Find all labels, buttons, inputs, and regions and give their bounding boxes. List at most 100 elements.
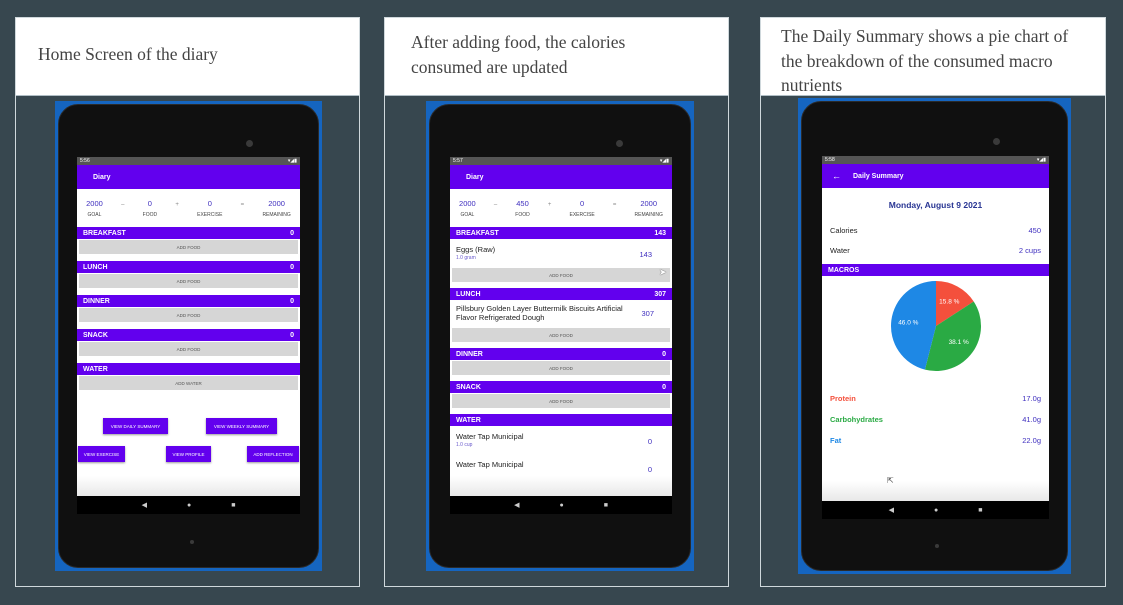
macro-value-protein: 17.0g	[1022, 394, 1041, 403]
calorie-summary: 2000 GOAL – 450 FOOD + 0 EXERCISE = 2000 REM…	[450, 189, 672, 226]
remaining-value: 2000	[268, 199, 285, 208]
mouse-cursor-icon: ➤	[659, 267, 667, 277]
goal-value: 2000	[86, 199, 103, 208]
macro-row-carbohydrates: Carbohydrates 41.0g	[822, 409, 1049, 430]
remaining-label: REMAINING	[634, 212, 663, 218]
exercise-value: 0	[207, 199, 212, 208]
equals-sign: =	[612, 202, 617, 208]
caption-daily-summary: The Daily Summary shows a pie chart of t…	[781, 26, 1069, 95]
add-water-button[interactable]: ADD WATER	[79, 376, 298, 390]
home-nav-icon[interactable]: ●	[934, 507, 938, 514]
bottom-sensor	[935, 544, 939, 548]
panel-daily-summary: The Daily Summary shows a pie chart of t…	[760, 17, 1106, 587]
tablet-body: 5:57 ▾◢▮ Diary 2000 GOAL – 450 FOOD + 0 EXER…	[429, 104, 691, 568]
add-food-button-snack[interactable]: ADD FOOD	[79, 342, 298, 356]
water-calories: 0	[647, 437, 652, 446]
status-bar: 5:57 ▾◢▮	[450, 157, 672, 165]
exercise-label: EXERCISE	[569, 212, 595, 218]
food-item-biscuits[interactable]: Pillsbury Golden Layer Buttermilk Biscui…	[450, 300, 672, 327]
calories-value: 450	[1028, 225, 1041, 235]
add-food-button-lunch[interactable]: ADD FOOD	[79, 274, 298, 288]
food-name: Eggs (Raw)	[456, 245, 496, 254]
recents-nav-icon[interactable]: ■	[978, 507, 982, 514]
recents-nav-icon[interactable]: ■	[604, 502, 608, 509]
pie-chart-container: 15.8 % 38.1 % 46.0 %	[822, 276, 1049, 376]
back-nav-icon[interactable]: ◀	[889, 506, 894, 514]
food-calories: 143	[639, 250, 652, 259]
section-calories: 307	[654, 290, 666, 298]
summary-date: Monday, August 9 2021	[888, 200, 983, 210]
remaining-label: REMAINING	[262, 212, 291, 218]
section-calories: 0	[662, 350, 666, 358]
minus-sign: –	[121, 202, 125, 208]
caption-box: The Daily Summary shows a pie chart of t…	[761, 18, 1105, 96]
caption-home: Home Screen of the diary	[38, 44, 218, 64]
recents-nav-icon[interactable]: ■	[231, 502, 235, 509]
water-name: Water Tap Municipal	[456, 432, 524, 441]
food-serving: 1.0 gram	[456, 255, 476, 261]
macro-name-protein: Protein	[830, 394, 856, 403]
section-calories: 0	[290, 263, 294, 271]
section-calories: 0	[290, 229, 294, 237]
view-weekly-summary-button[interactable]: VIEW WEEKLY SUMMARY	[206, 418, 277, 434]
home-nav-icon[interactable]: ●	[559, 502, 563, 509]
status-time: 5:56	[80, 158, 90, 164]
section-calories: 0	[662, 383, 666, 391]
back-nav-icon[interactable]: ◀	[142, 501, 147, 509]
macros-header: MACROS	[822, 264, 1049, 276]
pie-label-fat: 46.0 %	[898, 320, 918, 327]
home-nav-icon[interactable]: ●	[187, 502, 191, 509]
section-header-lunch: LUNCH 0	[77, 261, 300, 273]
caption-box: After adding food, the calories consumed…	[385, 18, 728, 96]
app-title: Diary	[466, 173, 484, 181]
macro-value-carbohydrates: 41.0g	[1022, 415, 1041, 424]
goal-label: GOAL	[460, 212, 475, 218]
back-nav-icon[interactable]: ◀	[514, 501, 519, 509]
status-time: 5:58	[825, 157, 835, 163]
macro-row-fat: Fat 22.0g	[822, 430, 1049, 451]
add-food-button-lunch[interactable]: ADD FOOD	[452, 328, 670, 342]
water-item[interactable]: Water Tap Municipal 1.0 cup 0	[450, 426, 672, 454]
bottom-sensor	[190, 540, 194, 544]
add-reflection-button[interactable]: ADD REFLECTION	[247, 446, 299, 462]
screen-home: 5:56 ▾◢▮ Diary 2000 GOAL – 0 FOOD + 0 EXERCI…	[77, 157, 300, 514]
add-food-button-dinner[interactable]: ADD FOOD	[79, 308, 298, 322]
section-header-dinner: DINNER 0	[450, 348, 672, 360]
water-label: Water	[830, 245, 850, 255]
food-name: Pillsbury Golden Layer Buttermilk Biscui…	[456, 304, 623, 322]
android-nav-bar: ◀ ● ■	[77, 496, 300, 514]
section-calories: 143	[654, 229, 666, 237]
section-header-breakfast: BREAKFAST 0	[77, 227, 300, 239]
bottom-fade	[822, 481, 1049, 501]
food-item-eggs[interactable]: Eggs (Raw) 1.0 gram 143	[450, 239, 672, 267]
add-food-button-breakfast[interactable]: ADD FOOD	[79, 240, 298, 254]
section-header-snack: SNACK 0	[77, 329, 300, 341]
add-food-button-breakfast[interactable]: ADD FOOD	[452, 268, 670, 282]
app-bar: Diary	[77, 165, 300, 189]
water-item[interactable]: Water Tap Municipal 0	[450, 454, 672, 474]
status-time: 5:57	[453, 158, 463, 164]
section-name: DINNER	[456, 350, 483, 358]
calorie-summary: 2000 GOAL – 0 FOOD + 0 EXERCISE = 2000 REMAI…	[77, 189, 300, 226]
food-value: 450	[516, 199, 529, 208]
macro-pie-chart: 15.8 % 38.1 % 46.0 %	[890, 281, 981, 371]
section-header-water: WATER	[77, 363, 300, 375]
view-daily-summary-button[interactable]: VIEW DAILY SUMMARY	[103, 418, 168, 434]
water-row: Water 2 cups	[822, 240, 1049, 260]
section-header-dinner: DINNER 0	[77, 295, 300, 307]
app-bar: Diary	[450, 165, 672, 189]
section-calories: 0	[290, 331, 294, 339]
add-food-button-dinner[interactable]: ADD FOOD	[452, 361, 670, 375]
section-name: SNACK	[83, 331, 108, 339]
exercise-value: 0	[580, 199, 585, 208]
view-profile-button[interactable]: VIEW PROFILE	[166, 446, 211, 462]
water-calories: 0	[647, 465, 652, 474]
add-food-button-snack[interactable]: ADD FOOD	[452, 394, 670, 408]
section-header-breakfast: BREAKFAST 143	[450, 227, 672, 239]
macro-value-fat: 22.0g	[1022, 436, 1041, 445]
device-frame: 5:57 ▾◢▮ Diary 2000 GOAL – 450 FOOD + 0 EXER…	[426, 101, 694, 571]
view-exercise-button[interactable]: VIEW EXERCISE	[78, 446, 125, 462]
screen-daily-summary: 5:58 ▾◢▮ ← Daily Summary Monday, August 9 …	[822, 156, 1049, 519]
back-arrow-icon[interactable]: ←	[832, 171, 841, 181]
food-value: 0	[147, 199, 152, 208]
